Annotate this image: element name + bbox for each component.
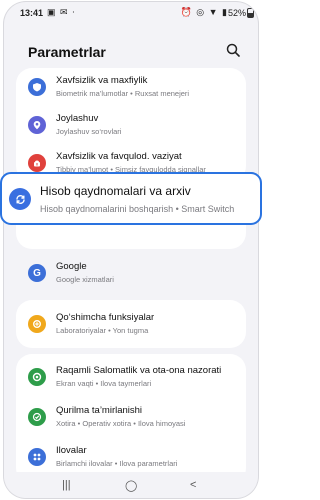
settings-item-subtitle: Birlamchi ilovalar • Ilova parametrlari xyxy=(56,459,178,468)
settings-item-device-care[interactable]: Qurilma ta’mirlanishi Xotira • Operativ … xyxy=(16,398,246,436)
apps-icon xyxy=(28,448,46,466)
settings-item-label: Qurilma ta’mirlanishi xyxy=(56,405,143,416)
device-care-icon xyxy=(28,408,46,426)
settings-item-apps[interactable]: Ilovalar Birlamchi ilovalar • Ilova para… xyxy=(16,438,246,476)
settings-item-subtitle: Google xizmatlari xyxy=(56,275,114,284)
settings-item-label: Qo‘shimcha funksiyalar xyxy=(56,312,155,323)
back-button[interactable]: < xyxy=(190,479,196,491)
settings-item-label: Ilovalar xyxy=(56,445,87,456)
settings-item-subtitle: Biometrik ma’lumotlar • Ruxsat menejeri xyxy=(56,89,190,98)
status-icons: ⏰ ◎ ▼ ▮ xyxy=(180,7,228,17)
settings-item-location[interactable]: Joylashuv Joylashuv so‘rovlari xyxy=(16,106,246,144)
settings-item-subtitle: Ekran vaqti • Ilova taymerlari xyxy=(56,379,152,388)
page-title: Parametrlar xyxy=(28,44,106,60)
google-icon: G xyxy=(28,264,46,282)
wellbeing-icon xyxy=(28,368,46,386)
settings-card-device: Raqamli Salomatlik va ota-ona nazorati E… xyxy=(16,354,246,484)
settings-card-advanced: Qo‘shimcha funksiyalar Laboratoriyalar •… xyxy=(16,300,246,348)
notification-icons: ▣ ✉ ⋅ xyxy=(47,7,76,17)
settings-item-advanced-features[interactable]: Qo‘shimcha funksiyalar Laboratoriyalar •… xyxy=(16,305,246,343)
settings-item-subtitle: Hisob qaydnomalarini boshqarish • Smart … xyxy=(40,204,235,214)
settings-item-label: Xavfsizlik va maxfiylik xyxy=(56,75,148,86)
settings-item-subtitle: Laboratoriyalar • Yon tugma xyxy=(56,326,149,335)
settings-item-label: Google xyxy=(56,261,87,272)
navigation-bar: ||| ◯ < xyxy=(4,472,258,498)
settings-item-digital-wellbeing[interactable]: Raqamli Salomatlik va ota-ona nazorati E… xyxy=(16,358,246,396)
search-icon[interactable] xyxy=(226,43,240,57)
plus-gear-icon xyxy=(28,315,46,333)
phone-screen: 13:41 ▣ ✉ ⋅ ⏰ ◎ ▼ ▮ 52% Parametrlar Xavf… xyxy=(4,2,258,498)
settings-item-accounts-backup[interactable]: Hisob qaydnomalari va arxiv Hisob qaydno… xyxy=(0,172,262,225)
shield-icon xyxy=(28,78,46,96)
settings-item-subtitle: Xotira • Operativ xotira • Ilova himoyas… xyxy=(56,419,186,428)
status-bar: 13:41 ▣ ✉ ⋅ ⏰ ◎ ▼ ▮ 52% xyxy=(4,2,258,24)
settings-item-security[interactable]: Xavfsizlik va maxfiylik Biometrik ma’lum… xyxy=(16,68,246,106)
emergency-icon xyxy=(28,154,46,172)
battery-percent: 52% xyxy=(227,8,246,18)
settings-card-security: Xavfsizlik va maxfiylik Biometrik ma’lum… xyxy=(16,68,246,182)
settings-item-label: Joylashuv xyxy=(56,113,99,124)
home-button[interactable]: ◯ xyxy=(125,479,137,492)
battery-icon xyxy=(247,8,254,18)
google-glyph: G xyxy=(33,267,41,279)
status-time: 13:41 xyxy=(20,8,44,18)
settings-item-subtitle: Joylashuv so‘rovlari xyxy=(56,127,122,136)
settings-item-label: Raqamli Salomatlik va ota-ona nazorati xyxy=(56,365,222,376)
settings-item-google[interactable]: G Google Google xizmatlari xyxy=(16,254,246,292)
location-icon xyxy=(28,116,46,134)
settings-item-label: Hisob qaydnomalari va arxiv xyxy=(40,184,191,198)
recents-button[interactable]: ||| xyxy=(62,479,71,491)
sync-icon xyxy=(9,188,31,210)
settings-item-label: Xavfsizlik va favqulod. vaziyat xyxy=(56,151,182,162)
